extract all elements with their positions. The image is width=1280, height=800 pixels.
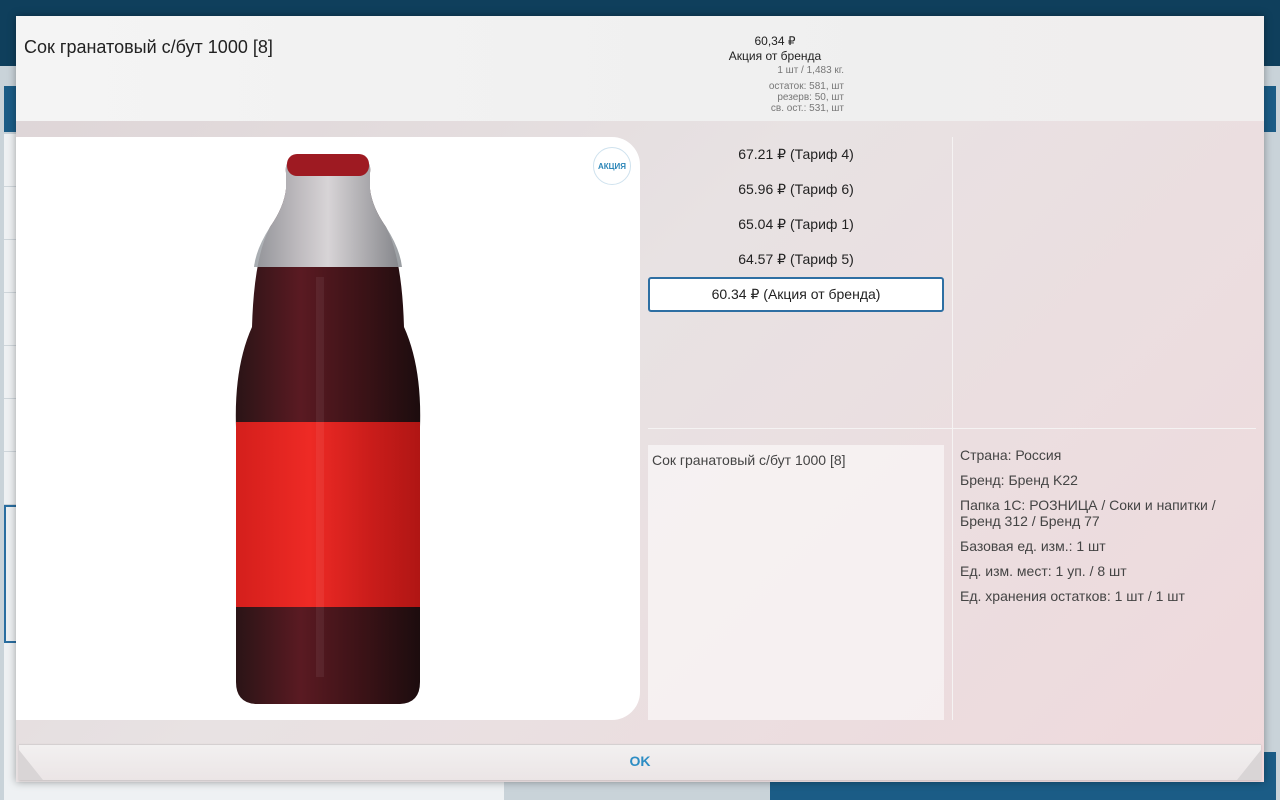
ok-button[interactable]: OK [19,745,1261,780]
product-description: Сок гранатовый с/бут 1000 [8] [648,445,944,720]
property-package-unit: Ед. изм. мест: 1 уп. / 8 шт [960,563,1127,579]
property-folder: Папка 1С: РОЗНИЦА / Соки и напитки / Бре… [960,497,1216,529]
juice-bottle-image [235,154,421,704]
unit-weight: 1 шт / 1,483 кг. [777,65,844,76]
current-price: 60,34 ₽ [754,34,796,48]
product-properties: Страна: Россия Бренд: Бренд K22 Папка 1С… [960,445,1250,604]
tariff-option[interactable]: 67.21 ₽ (Тариф 4) [648,137,944,172]
current-promo: Акция от бренда [728,49,822,63]
tariff-price-list: 67.21 ₽ (Тариф 4) 65.96 ₽ (Тариф 6) 65.0… [648,137,944,312]
property-brand: Бренд: Бренд K22 [960,472,1078,488]
property-country: Страна: Россия [960,447,1062,463]
tariff-option-selected[interactable]: 60.34 ₽ (Акция от бренда) [648,277,944,312]
price-summary: 60,34 ₽ Акция от бренда 1 шт / 1,483 кг.… [616,34,844,114]
free-stock-count: св. ост.: 531, шт [770,103,844,114]
promo-badge: АКЦИЯ [593,147,631,185]
dialog-header: Сок гранатовый с/бут 1000 [8] 60,34 ₽ Ак… [16,16,1264,121]
product-title: Сок гранатовый с/бут 1000 [8] [24,37,273,57]
property-base-unit: Базовая ед. изм.: 1 шт [960,538,1106,554]
tariff-option[interactable]: 64.57 ₽ (Тариф 5) [648,242,944,277]
reserve-count: резерв: 50, шт [777,92,844,103]
tariff-option[interactable]: 65.96 ₽ (Тариф 6) [648,172,944,207]
dialog-footer: OK [19,744,1261,780]
tariff-option[interactable]: 65.04 ₽ (Тариф 1) [648,207,944,242]
section-divider [648,428,1256,429]
stock-count: остаток: 581, шт [768,81,844,92]
property-storage-unit: Ед. хранения остатков: 1 шт / 1 шт [960,588,1185,604]
product-image-card [16,137,640,720]
product-details-dialog: Сок гранатовый с/бут 1000 [8] 60,34 ₽ Ак… [16,16,1264,782]
